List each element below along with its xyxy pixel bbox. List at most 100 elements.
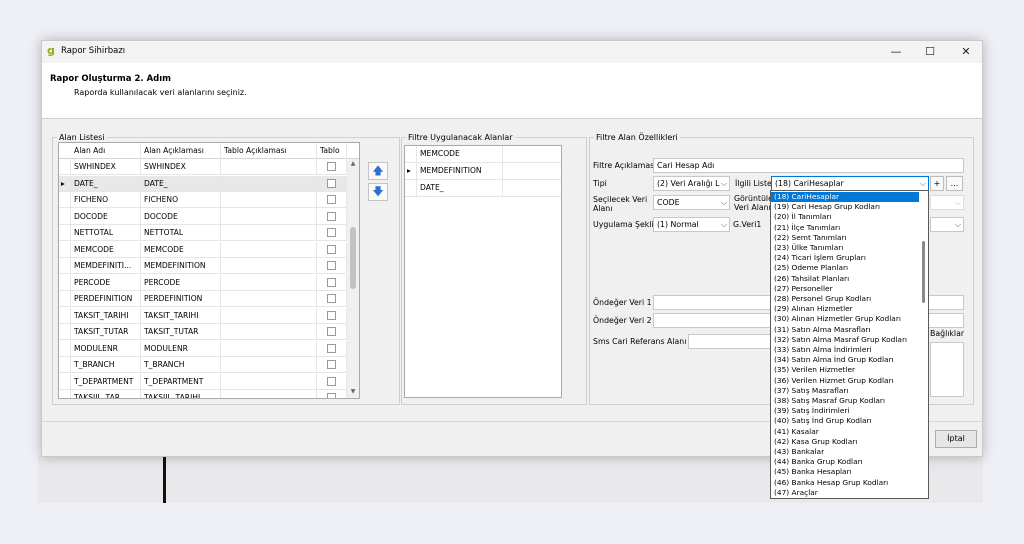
dropdown-option[interactable]: (35) Verilen Hizmetler (771, 365, 919, 375)
related-list-dropdown[interactable]: (18) CariHesaplar (19) Cari Hesap Grup Ko… (770, 190, 929, 499)
table-row[interactable]: PERCODE PERCODE (59, 274, 347, 291)
dropdown-option[interactable]: (44) Banka Grup Kodları (771, 457, 919, 467)
dropdown-option[interactable]: (18) CariHesaplar (771, 192, 919, 203)
scrollbar-thumb[interactable] (350, 227, 356, 289)
table-checkbox[interactable] (327, 178, 336, 188)
cell-table-desc[interactable] (221, 159, 317, 175)
cell-name[interactable]: MODULENR (71, 340, 141, 357)
dropdown-option[interactable]: (19) Cari Hesap Grup Kodları (771, 202, 919, 212)
field-list-scrollbar[interactable]: ▲ ▼ (347, 159, 359, 398)
dropdown-option[interactable]: (33) Satın Alma İndirimleri (771, 345, 919, 355)
cell-desc[interactable]: TAKSIIL_TARIHI (141, 390, 221, 398)
cell-name[interactable]: FICHENO (71, 192, 141, 208)
close-icon[interactable]: ✕ (954, 43, 978, 61)
cell-table-desc[interactable] (221, 324, 317, 340)
cell-desc[interactable]: DATE_ (141, 175, 221, 192)
apply-mode-select[interactable]: (1) Normal ⌵ (653, 217, 730, 232)
cell-name[interactable]: TAKSIIL_TAR... (71, 390, 141, 398)
cell-name[interactable]: PERDEFINITION (71, 291, 141, 307)
cell-desc[interactable]: PERCODE (141, 274, 221, 291)
table-row[interactable]: FICHENO FICHENO (59, 192, 347, 208)
dropdown-option[interactable]: (36) Verilen Hizmet Grup Kodları (771, 376, 919, 386)
gdata-select[interactable]: ⌵ (930, 217, 964, 232)
dropdown-option[interactable]: (32) Satın Alma Masraf Grup Kodları (771, 335, 919, 345)
table-checkbox[interactable] (327, 393, 336, 398)
move-down-icon[interactable]: 🡇 (368, 183, 388, 201)
cell-name[interactable]: TAKSIT_TUTAR (71, 324, 141, 340)
cell-desc[interactable]: SWHINDEX (141, 159, 221, 175)
dropdown-scrollbar[interactable] (919, 191, 928, 498)
dropdown-option[interactable]: (41) Kasalar (771, 427, 919, 437)
cell-name[interactable]: PERCODE (71, 274, 141, 291)
dropdown-option[interactable]: (46) Banka Hesap Grup Kodları (771, 478, 919, 488)
cell-name[interactable]: DATE_ (71, 175, 141, 192)
browse-list-button[interactable]: ... (946, 176, 963, 191)
table-row[interactable]: ▸ DATE_ DATE_ (59, 175, 347, 192)
dropdown-option[interactable]: (20) İl Tanımları (771, 212, 919, 222)
column-header-table-desc[interactable]: Tablo Açıklaması (221, 143, 317, 159)
dropdown-option[interactable]: (31) Satın Alma Masrafları (771, 325, 919, 335)
table-checkbox[interactable] (327, 360, 336, 369)
add-list-button[interactable]: + (930, 176, 944, 191)
dropdown-option[interactable]: (39) Satış İndirimleri (771, 406, 919, 416)
cell-table-desc[interactable] (221, 258, 317, 274)
cell-table-desc[interactable] (221, 225, 317, 241)
dropdown-option[interactable]: (22) Semt Tanımları (771, 233, 919, 243)
type-select[interactable]: (2) Veri Aralığı L ⌵ (653, 176, 730, 191)
cell-desc[interactable]: TAKSIT_TUTAR (141, 324, 221, 340)
table-row[interactable]: NETTOTAL NETTOTAL (59, 225, 347, 241)
cell-table-desc[interactable] (221, 274, 317, 291)
filter-field-name[interactable]: MEMDEFINITION (417, 163, 503, 179)
cell-name[interactable]: TAKSIT_TARIHI (71, 307, 141, 324)
table-checkbox[interactable] (327, 310, 336, 320)
move-up-icon[interactable]: 🡅 (368, 162, 388, 180)
dropdown-option[interactable]: (29) Alınan Hizmetler (771, 304, 919, 314)
table-row[interactable]: TAKSIT_TARIHI TAKSIT_TARIHI (59, 307, 347, 324)
filter-field-name[interactable]: MEMCODE (417, 146, 503, 162)
cell-desc[interactable]: T_DEPARTMENT (141, 373, 221, 390)
cell-desc[interactable]: FICHENO (141, 192, 221, 208)
dropdown-option[interactable]: (38) Satış Masraf Grup Kodları (771, 396, 919, 406)
cell-name[interactable]: DOCODE (71, 208, 141, 225)
column-header-field-desc[interactable]: Alan Açıklaması (141, 143, 221, 159)
dropdown-option[interactable]: (42) Kasa Grup Kodları (771, 437, 919, 447)
dropdown-option[interactable]: (34) Satın Alma İnd Grup Kodları (771, 355, 919, 365)
table-checkbox[interactable] (327, 195, 336, 204)
dropdown-option[interactable]: (43) Bankalar (771, 447, 919, 457)
cell-table-desc[interactable] (221, 175, 317, 192)
dropdown-option[interactable]: (27) Personeller (771, 284, 919, 294)
table-checkbox[interactable] (327, 376, 336, 386)
dropdown-scrollbar-thumb[interactable] (922, 241, 925, 303)
cell-name[interactable]: MEMDEFINITI... (71, 258, 141, 274)
table-row[interactable]: MODULENR MODULENR (59, 340, 347, 357)
cell-desc[interactable]: MEMCODE (141, 241, 221, 258)
table-row[interactable]: TAKSIT_TUTAR TAKSIT_TUTAR (59, 324, 347, 340)
table-row[interactable]: SWHINDEX SWHINDEX (59, 159, 347, 175)
cell-table-desc[interactable] (221, 340, 317, 357)
headers-input[interactable] (930, 342, 964, 397)
table-checkbox[interactable] (327, 244, 336, 254)
dropdown-option[interactable]: (24) Ticari İşlem Grupları (771, 253, 919, 263)
cell-desc[interactable]: MODULENR (141, 340, 221, 357)
sms-ref-input[interactable] (688, 334, 772, 349)
field-list-grid[interactable]: Alan Adı Alan Açıklaması Tablo Açıklamas… (58, 142, 360, 399)
table-row[interactable]: TAKSIIL_TAR... TAKSIIL_TARIHI (59, 390, 347, 398)
table-checkbox[interactable] (327, 327, 336, 336)
table-row[interactable]: T_DEPARTMENT T_DEPARTMENT (59, 373, 347, 390)
column-header-table[interactable]: Tablo (317, 143, 347, 159)
dropdown-option[interactable]: (21) İlçe Tanımları (771, 223, 919, 233)
cell-desc[interactable]: TAKSIT_TARIHI (141, 307, 221, 324)
dropdown-option[interactable]: (47) Araçlar (771, 488, 919, 498)
cell-table-desc[interactable] (221, 192, 317, 208)
cell-table-desc[interactable] (221, 357, 317, 373)
cell-name[interactable]: T_BRANCH (71, 357, 141, 373)
dropdown-option[interactable]: (40) Satış İnd Grup Kodları (771, 416, 919, 426)
cancel-button[interactable]: İptal (935, 430, 977, 448)
column-header-field-name[interactable]: Alan Adı (71, 143, 141, 159)
cell-name[interactable]: T_DEPARTMENT (71, 373, 141, 390)
table-row[interactable]: MEMCODE MEMCODE (59, 241, 347, 258)
table-row[interactable]: DOCODE DOCODE (59, 208, 347, 225)
cell-table-desc[interactable] (221, 208, 317, 225)
dropdown-option[interactable]: (30) Alınan Hizmetler Grup Kodları (771, 314, 919, 324)
related-list-select[interactable]: (18) CariHesaplar ⌵ (771, 176, 929, 191)
